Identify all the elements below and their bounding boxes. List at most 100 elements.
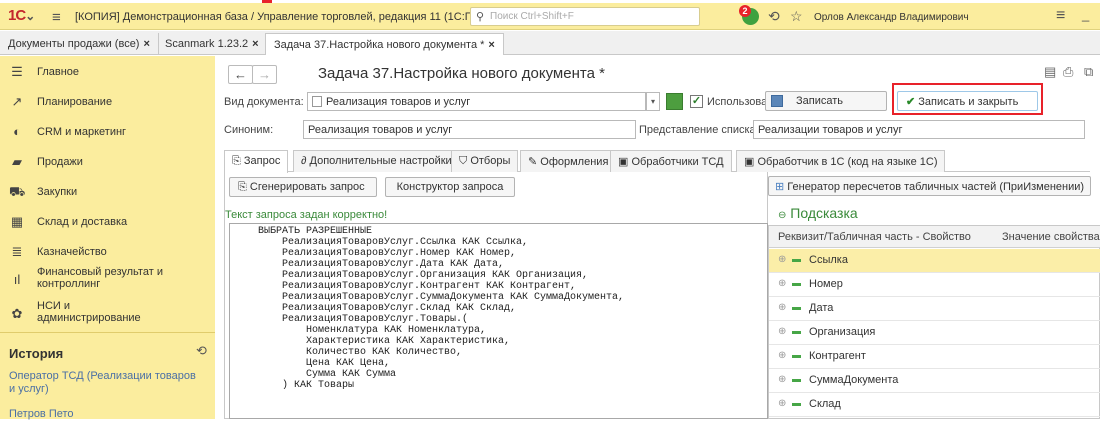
field-icon — [792, 379, 801, 382]
table-row[interactable]: ⊕ Номер — [769, 273, 1100, 297]
floppy-icon[interactable]: ▤ — [1044, 64, 1056, 80]
table-row[interactable]: ⊕ Ссылка — [769, 249, 1100, 273]
code-line: Количество КАК Количество, — [258, 347, 463, 358]
main-menu-icon[interactable]: ≡ — [52, 9, 61, 26]
expand-icon[interactable]: ⊕ — [778, 398, 786, 409]
expand-icon[interactable]: ⊕ — [778, 350, 786, 361]
search-input[interactable]: ⚲ Поиск Ctrl+Shift+F — [470, 7, 700, 26]
document-icon — [312, 96, 322, 107]
row-name: Номер — [809, 278, 843, 290]
generator-button[interactable]: ⊞ Генератор пересчетов табличных частей … — [768, 176, 1092, 196]
table-row[interactable]: ⊕ Организация — [769, 321, 1100, 345]
history-item[interactable]: Петров Пето — [9, 408, 204, 421]
copy-icon[interactable]: ⧉ — [1084, 64, 1093, 80]
column-header[interactable]: Реквизит/Табличная часть - Свойство — [778, 231, 971, 243]
generate-label: Сгенерировать запрос — [249, 181, 365, 193]
column-header[interactable]: Значение свойства — [1002, 231, 1100, 243]
app-title: [КОПИЯ] Демонстрационная база / Управлен… — [75, 11, 537, 23]
history-item[interactable]: Оператор ТСД (Реализации товаров и услуг… — [9, 370, 204, 396]
sidebar-item-crm[interactable]: ◐ CRM и маркетинг — [0, 118, 215, 146]
table-row[interactable]: ⊕ СуммаДокумента — [769, 369, 1100, 393]
sidebar-item-label: Закупки — [37, 186, 78, 198]
user-name[interactable]: Орлов Александр Владимирович — [814, 12, 969, 23]
app-logo[interactable]: 1С⌄ — [8, 7, 35, 24]
tab-filters[interactable]: ⛉ Отборы — [451, 150, 519, 172]
hint-title[interactable]: ⊖ Подсказка — [778, 205, 858, 221]
list-repr-label: Представление списка: — [639, 124, 759, 136]
minimize-icon[interactable]: _ — [1082, 7, 1089, 22]
table-row[interactable]: ⊕ Контрагент — [769, 345, 1100, 369]
bag-icon: ▰ — [12, 154, 22, 169]
tab-label: Оформления — [540, 156, 609, 168]
tab-tsd-handlers[interactable]: ▣ Обработчики ТСД — [610, 150, 732, 172]
close-icon[interactable]: × — [143, 38, 149, 50]
chevron-down-icon[interactable]: ▾ — [646, 92, 660, 111]
code-line: РеализацияТоваровУслуг.Ссылка КАК Ссылка… — [258, 237, 529, 248]
close-icon[interactable]: × — [252, 38, 258, 50]
expand-icon[interactable]: ⊕ — [778, 374, 786, 385]
notifications-icon[interactable]: 2 — [739, 5, 759, 25]
history-clock-icon[interactable]: ⟲ — [196, 343, 207, 359]
tab-1c-handler[interactable]: ▣ Обработчик в 1С (код на языке 1С) — [736, 150, 946, 172]
expand-icon[interactable]: ⊕ — [778, 326, 786, 337]
tab-label: Обработчик в 1С (код на языке 1С) — [757, 156, 938, 168]
sidebar-divider — [0, 332, 215, 333]
expand-icon[interactable]: ⊕ — [778, 254, 786, 265]
sidebar-item-finance[interactable]: ıl Финансовый результат и контроллинг — [0, 260, 215, 294]
tab-label: Документы продажи (все) — [8, 38, 140, 50]
generate-query-button[interactable]: ⎘ Сгенерировать запрос — [229, 177, 377, 197]
field-icon — [792, 331, 801, 334]
expand-icon[interactable]: ⊕ — [778, 278, 786, 289]
row-name: Склад — [809, 398, 841, 410]
collapse-icon: ⊖ — [778, 210, 787, 221]
query-text-editor[interactable]: ВЫБРАТЬ РАЗРЕШЕННЫЕ РеализацияТоваровУсл… — [229, 223, 768, 419]
table-row[interactable]: ⊕ Дата — [769, 297, 1100, 321]
tab-label: Задача 37.Настройка нового документа * — [274, 39, 485, 51]
tab-documents-sales[interactable]: Документы продажи (все) × — [0, 33, 159, 55]
table-row[interactable]: ⊕ Склад — [769, 393, 1100, 417]
sidebar-item-warehouse[interactable]: ▦ Склад и доставка — [0, 208, 215, 236]
code-line: Сумма КАК Сумма — [258, 369, 397, 380]
finance-icon: ıl — [13, 272, 21, 287]
tab-scanmark[interactable]: Scanmark 1.23.2 × — [157, 33, 268, 55]
save-button[interactable]: Записать — [765, 91, 887, 111]
tab-extra-settings[interactable]: ∂ Дополнительные настройки — [293, 150, 460, 172]
back-button[interactable]: ← — [228, 65, 253, 84]
sidebar-item-planning[interactable]: ↗ Планирование — [0, 88, 215, 116]
highlight-frame — [892, 83, 1043, 115]
link-icon: ∂ — [301, 155, 307, 167]
sidebar-item-label: CRM и маркетинг — [37, 126, 127, 138]
history-title: История — [9, 346, 64, 361]
sidebar-item-purchases[interactable]: ⛟ Закупки — [0, 178, 215, 206]
code-line: РеализацияТоваровУслуг.Контрагент КАК Ко… — [258, 281, 577, 292]
tab-query[interactable]: ⎘ Запрос — [224, 150, 289, 173]
query-icon: ⎘ — [232, 155, 241, 167]
hint-table: Реквизит/Табличная часть - Свойство Знач… — [768, 225, 1100, 419]
expand-icon[interactable]: ⊕ — [778, 302, 786, 313]
code-line: Цена КАК Цена, — [258, 358, 391, 369]
forward-button[interactable]: → — [252, 65, 277, 84]
list-repr-field[interactable]: Реализации товаров и услуг — [753, 120, 1085, 139]
row-name: Контрагент — [809, 350, 866, 362]
sidebar-item-label: Продажи — [37, 156, 83, 168]
query-constructor-button[interactable]: Конструктор запроса — [385, 177, 515, 197]
save-icon — [771, 95, 783, 107]
sidebar-item-main[interactable]: ☰ Главное — [0, 58, 215, 86]
synonym-field[interactable]: Реализация товаров и услуг — [303, 120, 636, 139]
sidebar-item-sales[interactable]: ▰ Продажи — [0, 148, 215, 176]
settings-menu-icon[interactable]: ≡ — [1056, 7, 1065, 25]
print-icon[interactable]: ⎙ — [1063, 64, 1073, 80]
tab-appearance[interactable]: ✎ Оформления — [520, 150, 617, 172]
tab-task-37[interactable]: Задача 37.Настройка нового документа * × — [265, 33, 504, 55]
query-icon: ⎘ — [238, 181, 247, 193]
table-header: Реквизит/Табличная часть - Свойство Знач… — [769, 226, 1100, 248]
form-tabs: ⎘ Запрос ∂ Дополнительные настройки ⛉ От… — [224, 150, 1090, 173]
close-icon[interactable]: × — [488, 39, 494, 51]
use-checkbox[interactable]: ✓ — [690, 95, 703, 108]
history-icon[interactable]: ⟲ — [768, 8, 780, 25]
code-line: РеализацияТоваровУслуг.Склад КАК Склад, — [258, 303, 517, 314]
doc-type-field[interactable]: Реализация товаров и услуг — [307, 92, 646, 111]
favorites-star-icon[interactable]: ☆ — [790, 8, 803, 25]
status-green-icon[interactable] — [666, 93, 683, 110]
sidebar-item-admin[interactable]: ✿ НСИ и администрирование — [0, 296, 215, 330]
